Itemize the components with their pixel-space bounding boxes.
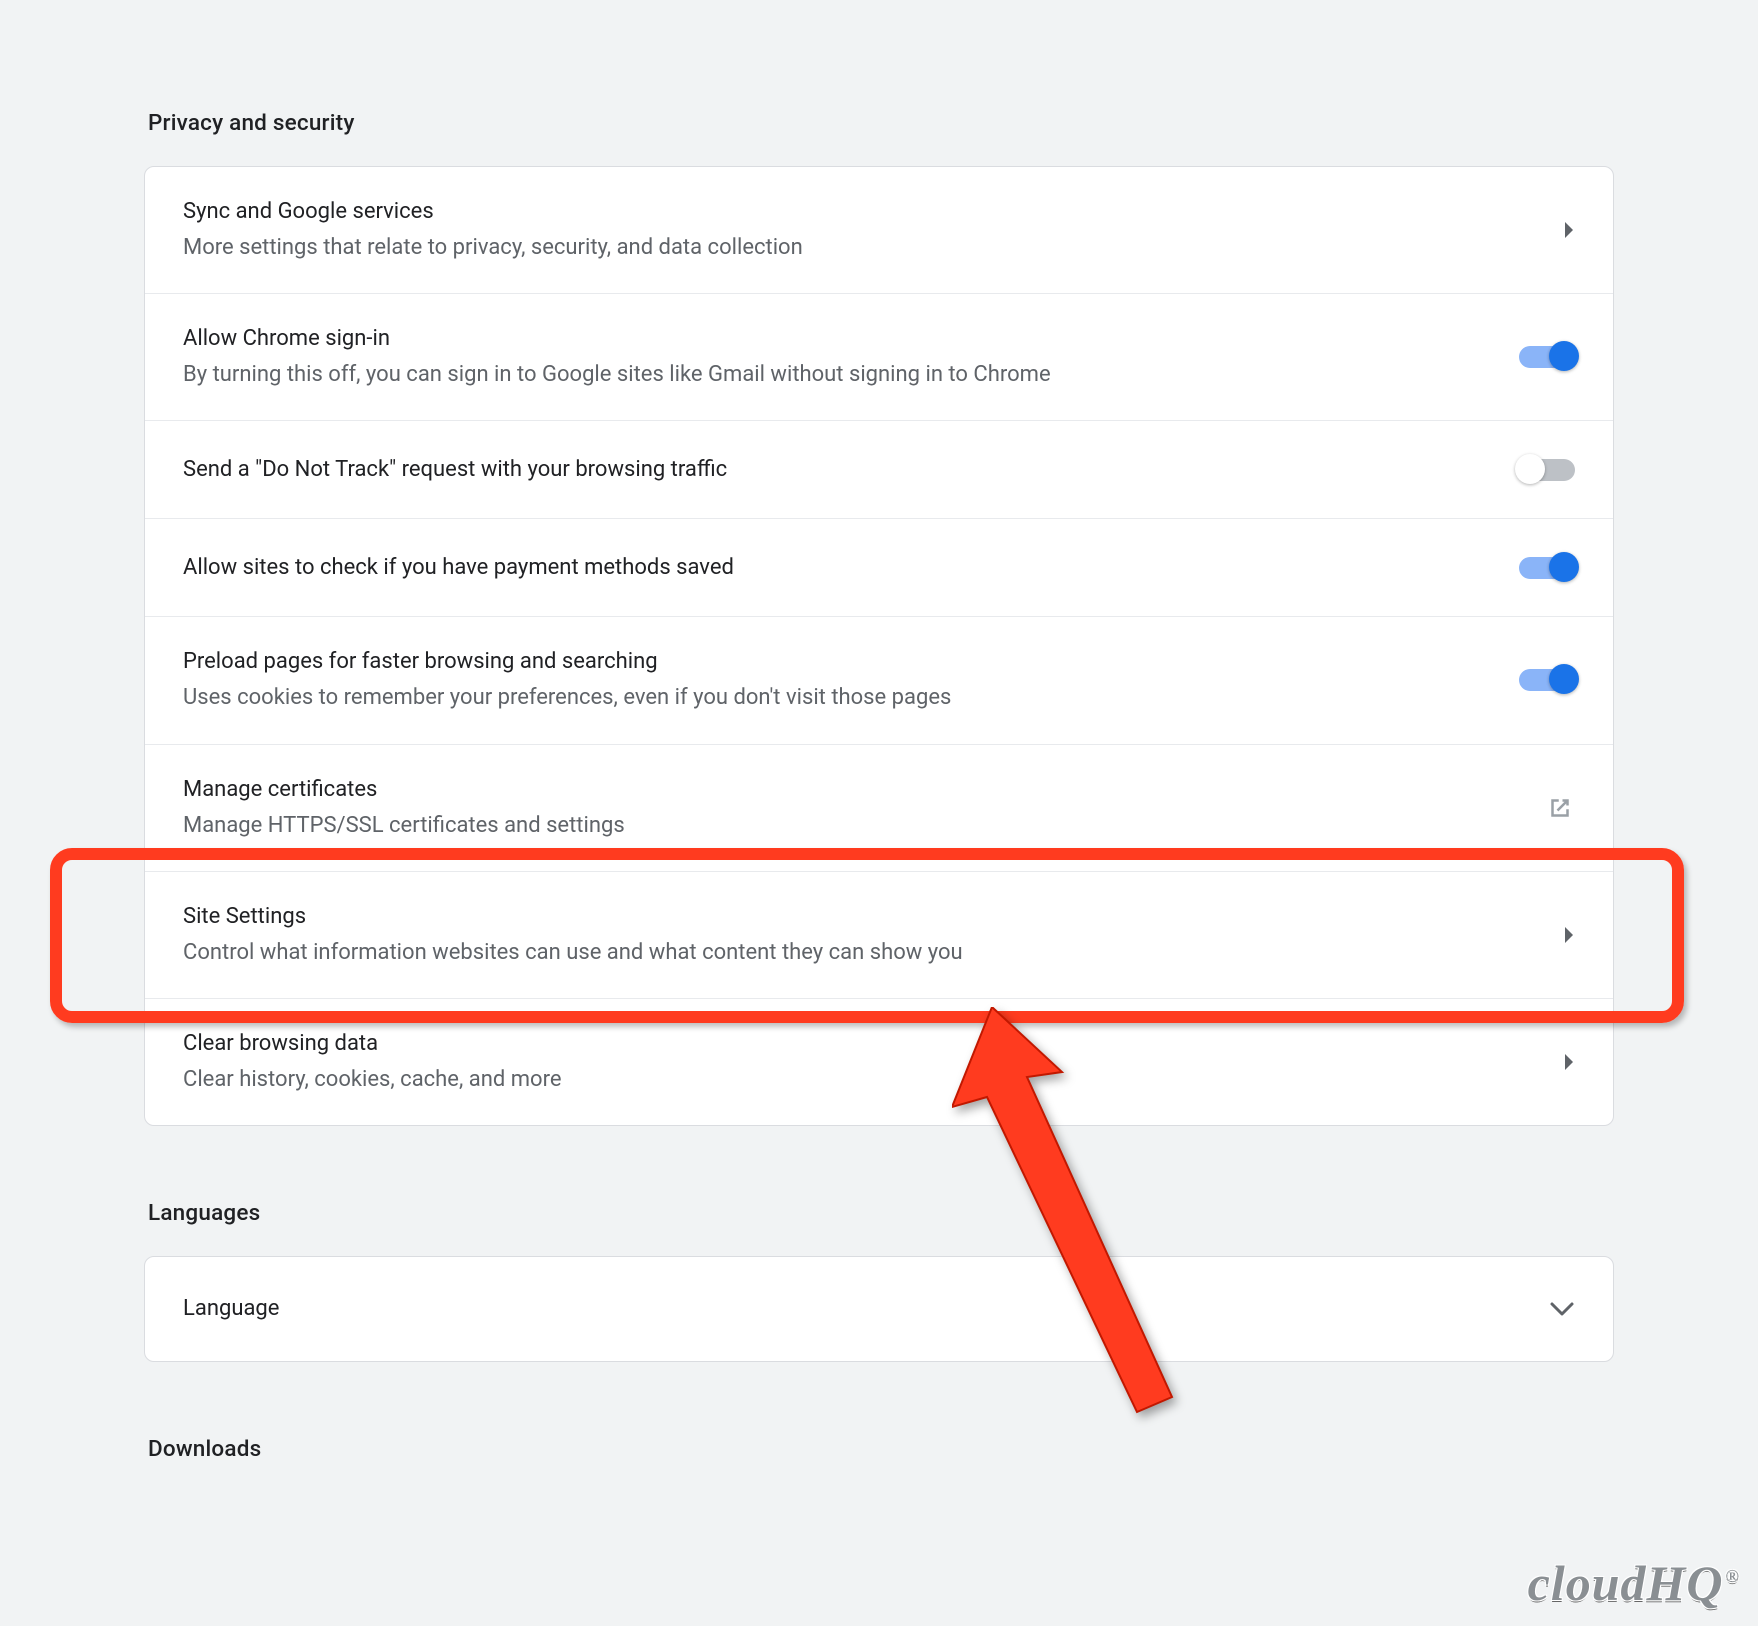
row-text: Site Settings Control what information w…	[183, 900, 1563, 970]
row-action	[1519, 557, 1575, 579]
privacy-card: Sync and Google services More settings t…	[144, 166, 1614, 1126]
row-text: Preload pages for faster browsing and se…	[183, 645, 1519, 715]
row-title: Allow sites to check if you have payment…	[183, 551, 1499, 585]
caret-right-icon	[1563, 926, 1575, 944]
row-title: Preload pages for faster browsing and se…	[183, 645, 1499, 679]
row-text: Sync and Google services More settings t…	[183, 195, 1563, 265]
allow-signin-row[interactable]: Allow Chrome sign-in By turning this off…	[145, 294, 1613, 421]
row-title: Allow Chrome sign-in	[183, 322, 1499, 356]
clear-browsing-data-row[interactable]: Clear browsing data Clear history, cooki…	[145, 999, 1613, 1125]
languages-card: Language	[144, 1256, 1614, 1362]
row-text: Allow sites to check if you have payment…	[183, 551, 1519, 585]
row-sub: By turning this off, you can sign in to …	[183, 358, 1499, 392]
row-text: Clear browsing data Clear history, cooki…	[183, 1027, 1563, 1097]
registered-icon: ®	[1726, 1566, 1740, 1586]
row-title: Clear browsing data	[183, 1027, 1543, 1061]
row-action	[1519, 669, 1575, 691]
row-text: Send a "Do Not Track" request with your …	[183, 453, 1519, 487]
row-text: Language	[183, 1292, 1549, 1326]
site-settings-row[interactable]: Site Settings Control what information w…	[145, 872, 1613, 999]
section-languages: Languages Language	[144, 1200, 1614, 1362]
manage-certificates-row[interactable]: Manage certificates Manage HTTPS/SSL cer…	[145, 745, 1613, 872]
row-sub: Clear history, cookies, cache, and more	[183, 1063, 1543, 1097]
row-action	[1519, 346, 1575, 368]
row-title: Site Settings	[183, 900, 1543, 934]
section-privacy: Privacy and security Sync and Google ser…	[144, 110, 1614, 1126]
row-sub: Manage HTTPS/SSL certificates and settin…	[183, 809, 1525, 843]
payment-toggle[interactable]	[1519, 557, 1575, 579]
section-downloads: Downloads	[144, 1436, 1614, 1492]
row-sub: More settings that relate to privacy, se…	[183, 231, 1543, 265]
caret-right-icon	[1563, 221, 1575, 239]
language-row[interactable]: Language	[145, 1257, 1613, 1361]
row-action	[1519, 459, 1575, 481]
signin-toggle[interactable]	[1519, 346, 1575, 368]
preload-pages-row[interactable]: Preload pages for faster browsing and se…	[145, 617, 1613, 744]
preload-toggle[interactable]	[1519, 669, 1575, 691]
do-not-track-row[interactable]: Send a "Do Not Track" request with your …	[145, 421, 1613, 519]
caret-right-icon	[1563, 1053, 1575, 1071]
sync-services-row[interactable]: Sync and Google services More settings t…	[145, 167, 1613, 294]
row-sub: Control what information websites can us…	[183, 936, 1543, 970]
advanced-label: Advanced	[811, 0, 910, 5]
watermark: cloudHQ®	[1528, 1554, 1740, 1612]
chevron-down-icon	[1549, 1301, 1575, 1317]
row-title: Sync and Google services	[183, 195, 1543, 229]
row-title: Manage certificates	[183, 773, 1525, 807]
row-title: Send a "Do Not Track" request with your …	[183, 453, 1499, 487]
languages-heading: Languages	[144, 1200, 1614, 1256]
row-title: Language	[183, 1292, 1529, 1326]
row-text: Allow Chrome sign-in By turning this off…	[183, 322, 1519, 392]
downloads-heading: Downloads	[144, 1436, 1614, 1492]
dnt-toggle[interactable]	[1519, 459, 1575, 481]
row-sub: Uses cookies to remember your preference…	[183, 681, 1499, 715]
privacy-heading: Privacy and security	[144, 110, 1614, 166]
external-link-icon	[1545, 793, 1575, 823]
watermark-text: cloudHQ	[1528, 1555, 1724, 1611]
row-text: Manage certificates Manage HTTPS/SSL cer…	[183, 773, 1545, 843]
payment-check-row[interactable]: Allow sites to check if you have payment…	[145, 519, 1613, 617]
